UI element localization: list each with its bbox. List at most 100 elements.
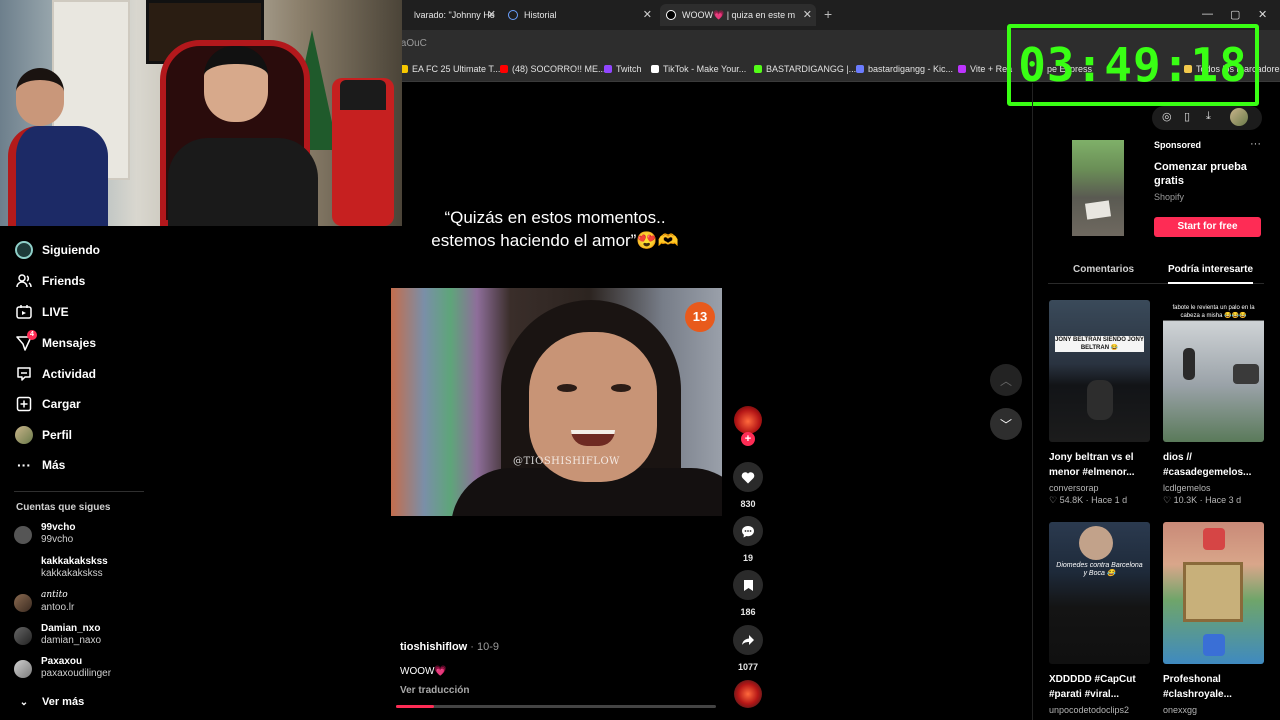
new-tab-button[interactable]: +	[824, 6, 832, 22]
bookmark-kick[interactable]: BASTARDIGANGG |...	[754, 64, 856, 74]
card-thumbnail[interactable]	[1163, 522, 1264, 664]
sidebar-item-friends[interactable]: Friends	[14, 269, 85, 293]
profile-avatar-icon[interactable]	[1230, 108, 1248, 126]
friends-icon	[14, 271, 34, 291]
heart-icon[interactable]	[733, 462, 763, 492]
bookmark-ea-fc[interactable]: EA FC 25 Ultimate T...	[400, 64, 500, 74]
card-author: onexxgg	[1163, 705, 1198, 715]
card-thumbnail[interactable]: JONY BELTRAN SIENDO JONY BELTRAN 😂	[1049, 300, 1150, 442]
sidebar-item-live[interactable]: LIVE	[14, 300, 69, 324]
channel-13-logo: 13	[685, 302, 715, 332]
ad-brand: Shopify	[1154, 192, 1185, 202]
caption-line-1: “Quizás en estos momentos..	[444, 208, 666, 227]
card-thumbnail-arena	[1183, 562, 1243, 622]
cam-streamer	[168, 46, 318, 226]
video-progress-bar[interactable]	[396, 705, 716, 708]
share-icon[interactable]	[733, 625, 763, 655]
comment-action[interactable]: 19	[732, 516, 764, 563]
close-icon[interactable]: ✕	[803, 4, 812, 26]
twitch-icon	[604, 65, 612, 73]
bookmark-icon[interactable]	[733, 570, 763, 600]
heart-outline-icon: ♡	[1163, 495, 1174, 505]
tab-3-label: WOOW💗 | quiza en este m	[682, 10, 796, 20]
ad-cta-button[interactable]: Start for free	[1154, 217, 1261, 237]
bookmark-bastardigangg[interactable]: bastardigangg - Kic...	[856, 64, 953, 74]
card-thumbnail-figure	[1183, 348, 1195, 380]
tab-podria-interesarte[interactable]: Podría interesarte	[1168, 264, 1254, 284]
download-icon[interactable]: ⤓	[1206, 110, 1211, 123]
comment-icon[interactable]	[733, 516, 763, 546]
author-name[interactable]: tioshishiflow	[400, 641, 467, 653]
bookmark-youtube[interactable]: (48) SOCORRO!! ME...	[500, 64, 606, 74]
next-video-button[interactable]: ﹀	[990, 408, 1022, 440]
suggested-video-card[interactable]: Diomedes contra Barcelona y Boca 😂 XDDDD…	[1049, 522, 1151, 715]
cam-nutcracker-hat	[340, 80, 386, 110]
chevron-up-icon: ︿	[999, 373, 1012, 388]
account-name: Damian_nxo	[41, 623, 101, 634]
stream-timer: 03:49:18	[1007, 24, 1259, 106]
following-account[interactable]: Damian_nxo damian_naxo	[14, 623, 154, 651]
save-count: 186	[740, 607, 756, 617]
cam-streamer-body	[168, 138, 318, 226]
bookmark-tiktok[interactable]: TikTok - Make Your...	[651, 64, 746, 74]
maximize-button[interactable]: ▢	[1230, 8, 1240, 21]
follow-button[interactable]: +	[741, 432, 755, 446]
see-translation-link[interactable]: Ver traducción	[400, 685, 469, 696]
bookmark-twitch[interactable]: Twitch	[604, 64, 642, 74]
like-action[interactable]: 830	[732, 462, 764, 509]
previous-video-button[interactable]: ︿	[990, 364, 1022, 396]
url-text[interactable]: taOuC	[398, 38, 427, 49]
following-account[interactable]: antito antoo.lr	[14, 590, 154, 618]
ad-thumbnail[interactable]	[1072, 140, 1124, 236]
sidebar-item-siguiendo[interactable]: Siguiendo	[14, 238, 100, 262]
following-account[interactable]: 99vcho 99vcho	[14, 522, 154, 550]
share-action[interactable]: 1077	[732, 625, 764, 672]
see-more-button[interactable]: ⌄ Ver más	[14, 690, 84, 714]
sidebar-item-mas[interactable]: ··· Más	[14, 453, 65, 477]
phone-icon[interactable]: ▯	[1184, 110, 1190, 123]
close-icon[interactable]: ✕	[643, 4, 652, 26]
creator-avatar[interactable]	[734, 406, 762, 434]
sidebar-item-actividad[interactable]: Actividad	[14, 362, 96, 386]
close-window-button[interactable]: ✕	[1258, 8, 1267, 21]
youtube-icon	[500, 65, 508, 73]
sidebar-item-perfil[interactable]: Perfil	[14, 423, 72, 447]
following-accounts-title: Cuentas que sigues	[16, 502, 111, 513]
ad-title[interactable]: Comenzar prueba gratis	[1154, 160, 1254, 188]
minimize-button[interactable]: —	[1202, 8, 1213, 20]
sidebar-item-cargar[interactable]: Cargar	[14, 392, 81, 416]
save-action[interactable]: 186	[732, 570, 764, 617]
card-thumbnail-text: fabote le revienta un palo en la cabeza …	[1172, 305, 1255, 319]
video-subject-eye	[611, 384, 631, 392]
browser-tab-3[interactable]: WOOW💗 | quiza en este m ✕	[660, 4, 816, 26]
account-handle: paxaxoudilinger	[41, 668, 112, 679]
suggested-video-card[interactable]: fabote le revienta un palo en la cabeza …	[1163, 300, 1265, 506]
tab-comentarios[interactable]: Comentarios	[1073, 264, 1134, 275]
more-icon: ···	[17, 457, 31, 473]
sidebar-item-label: Mensajes	[42, 336, 97, 350]
timer-value: 03:49:18	[1018, 38, 1248, 92]
sponsored-label: Sponsored	[1154, 140, 1202, 150]
card-thumbnail[interactable]: fabote le revienta un palo en la cabeza …	[1163, 300, 1264, 442]
browser-tab-2[interactable]: Historial ✕	[502, 4, 656, 26]
bookmark-vite[interactable]: Vite + Rea	[958, 64, 1012, 74]
music-disc-icon[interactable]	[734, 680, 762, 708]
following-account[interactable]: kakkakakskss kakkakakskss	[14, 556, 154, 584]
close-icon[interactable]: ✕	[487, 4, 496, 26]
sidebar-item-label: Cargar	[42, 397, 81, 411]
ad-more-icon[interactable]: ···	[1250, 138, 1261, 150]
sidebar-item-mensajes[interactable]: 4 Mensajes	[14, 330, 97, 355]
cam-guest	[8, 68, 108, 226]
card-thumbnail[interactable]: Diomedes contra Barcelona y Boca 😂	[1049, 522, 1150, 664]
activity-icon	[14, 364, 34, 384]
video-watermark: @TIOSHISHIFLOW	[513, 456, 620, 467]
tab-2-label: Historial	[524, 10, 557, 20]
following-account[interactable]: Paxaxou paxaxoudilinger	[14, 656, 154, 684]
avatar	[14, 660, 32, 678]
suggested-video-card[interactable]: JONY BELTRAN SIENDO JONY BELTRAN 😂 Jony …	[1049, 300, 1151, 506]
suggested-video-card[interactable]: Profeshonal #clashroyale... onexxgg	[1163, 522, 1265, 715]
video-player[interactable]: 13 @TIOSHISHIFLOW	[391, 288, 722, 516]
compass-icon[interactable]: ◎	[1162, 110, 1172, 123]
browser-tab-1[interactable]: lvarado: "Johnny He ✕	[392, 4, 500, 26]
video-author[interactable]: tioshishiflow · 10-9	[400, 641, 499, 653]
